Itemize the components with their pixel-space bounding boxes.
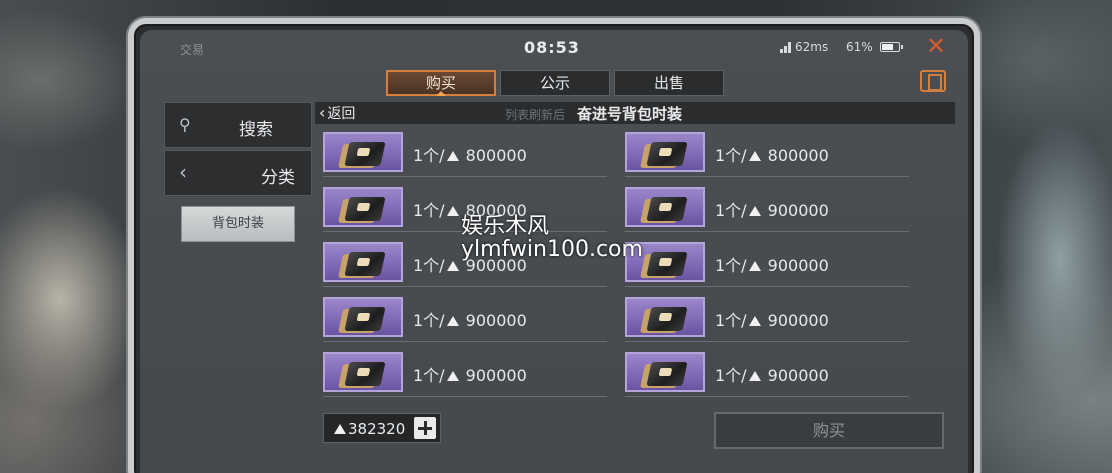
currency-balance: 382320 xyxy=(323,413,441,443)
category-label: 分类 xyxy=(261,168,295,188)
coin-icon xyxy=(334,424,346,434)
listing-qty: 1个/ xyxy=(715,146,747,165)
chevron-left-icon: ‹ xyxy=(319,103,326,122)
listing-price: 800000 xyxy=(767,146,829,165)
listing-item[interactable]: 1个/ 900000 xyxy=(625,295,909,342)
listing-item[interactable]: 1个/ 900000 xyxy=(323,295,607,342)
backpack-thumbnail xyxy=(625,132,705,172)
listing-item[interactable]: 1个/ 900000 xyxy=(625,185,909,232)
watermark-title: 娱乐木风 xyxy=(461,214,550,239)
status-bar: 交易 08:53 62ms 61% ✕ xyxy=(140,30,968,70)
battery-percent: 61% xyxy=(846,40,873,54)
listing-price: 900000 xyxy=(767,256,829,275)
coin-icon xyxy=(748,151,761,161)
buy-button[interactable]: 购买 xyxy=(714,412,944,449)
listing-qty: 1个/ xyxy=(715,366,747,385)
list-header: ‹ 返回 列表刷新后 奋进号背包时装 xyxy=(315,102,955,124)
backpack-thumbnail xyxy=(625,297,705,337)
back-button[interactable]: ‹ 返回 xyxy=(319,103,355,123)
balance-value: 382320 xyxy=(348,420,406,438)
listing-qty: 1个/ xyxy=(413,256,445,275)
backpack-thumbnail xyxy=(323,132,403,172)
listing-qty: 1个/ xyxy=(413,201,445,220)
trade-tabs: 购买 公示 出售 xyxy=(386,70,724,96)
listing-item[interactable]: 1个/ 900000 xyxy=(625,240,909,287)
coin-icon xyxy=(446,206,459,216)
listing-price: 800000 xyxy=(465,146,527,165)
close-icon[interactable]: ✕ xyxy=(926,34,946,58)
watermark-url: ylmfwin100.com xyxy=(461,237,643,262)
backpack-thumbnail xyxy=(323,242,403,282)
backpack-thumbnail xyxy=(323,352,403,392)
listing-qty: 1个/ xyxy=(413,366,445,385)
backpack-thumbnail xyxy=(323,297,403,337)
backpack-thumbnail xyxy=(625,352,705,392)
coin-icon xyxy=(748,206,761,216)
listing-item[interactable]: 1个/ 900000 xyxy=(625,350,909,397)
listing-price: 900000 xyxy=(767,201,829,220)
coin-icon xyxy=(446,316,459,326)
coin-icon xyxy=(446,371,459,381)
listing-qty: 1个/ xyxy=(715,256,747,275)
coin-icon xyxy=(748,261,761,271)
refresh-hint: 列表刷新后 xyxy=(505,108,566,122)
coin-icon xyxy=(748,371,761,381)
listing-price: 900000 xyxy=(465,366,527,385)
listing-qty: 1个/ xyxy=(715,201,747,220)
listing-qty: 1个/ xyxy=(413,146,445,165)
sidebar: ⚲ 搜索 ‹ 分类 背包时装 xyxy=(164,102,312,242)
backpack-thumbnail xyxy=(323,187,403,227)
ping-readout: 62ms xyxy=(795,40,829,54)
clipboard-icon[interactable] xyxy=(920,70,946,92)
tab-sell[interactable]: 出售 xyxy=(614,70,724,96)
tab-announce[interactable]: 公示 xyxy=(500,70,610,96)
battery-icon xyxy=(880,42,903,52)
category-chip-backpack-skins[interactable]: 背包时装 xyxy=(181,206,295,242)
search-button[interactable]: ⚲ 搜索 xyxy=(164,102,312,148)
backpack-thumbnail xyxy=(625,187,705,227)
chevron-left-icon: ‹ xyxy=(179,160,187,184)
listing-price: 900000 xyxy=(465,311,527,330)
listing-item[interactable]: 1个/ 800000 xyxy=(625,130,909,177)
listing-price: 900000 xyxy=(767,311,829,330)
listing-item[interactable]: 1个/ 800000 xyxy=(323,130,607,177)
listing-price: 900000 xyxy=(767,366,829,385)
category-title: 奋进号背包时装 xyxy=(577,105,683,123)
search-label: 搜索 xyxy=(239,120,273,140)
listing-item[interactable]: 1个/ 900000 xyxy=(323,350,607,397)
coin-icon xyxy=(748,316,761,326)
back-label: 返回 xyxy=(327,106,356,122)
listing-qty: 1个/ xyxy=(715,311,747,330)
tab-buy[interactable]: 购买 xyxy=(386,70,496,96)
category-button[interactable]: ‹ 分类 xyxy=(164,150,312,196)
app-name: 交易 xyxy=(180,43,205,57)
clock: 08:53 xyxy=(524,38,580,57)
search-icon: ⚲ xyxy=(179,115,191,134)
coin-icon xyxy=(446,151,459,161)
listing-grid: 1个/ 800000 1个/ 800000 1个/ 800000 1个/ 900… xyxy=(323,130,913,397)
add-currency-button[interactable] xyxy=(414,417,436,439)
signal-icon xyxy=(780,42,791,53)
listing-qty: 1个/ xyxy=(413,311,445,330)
coin-icon xyxy=(446,261,459,271)
